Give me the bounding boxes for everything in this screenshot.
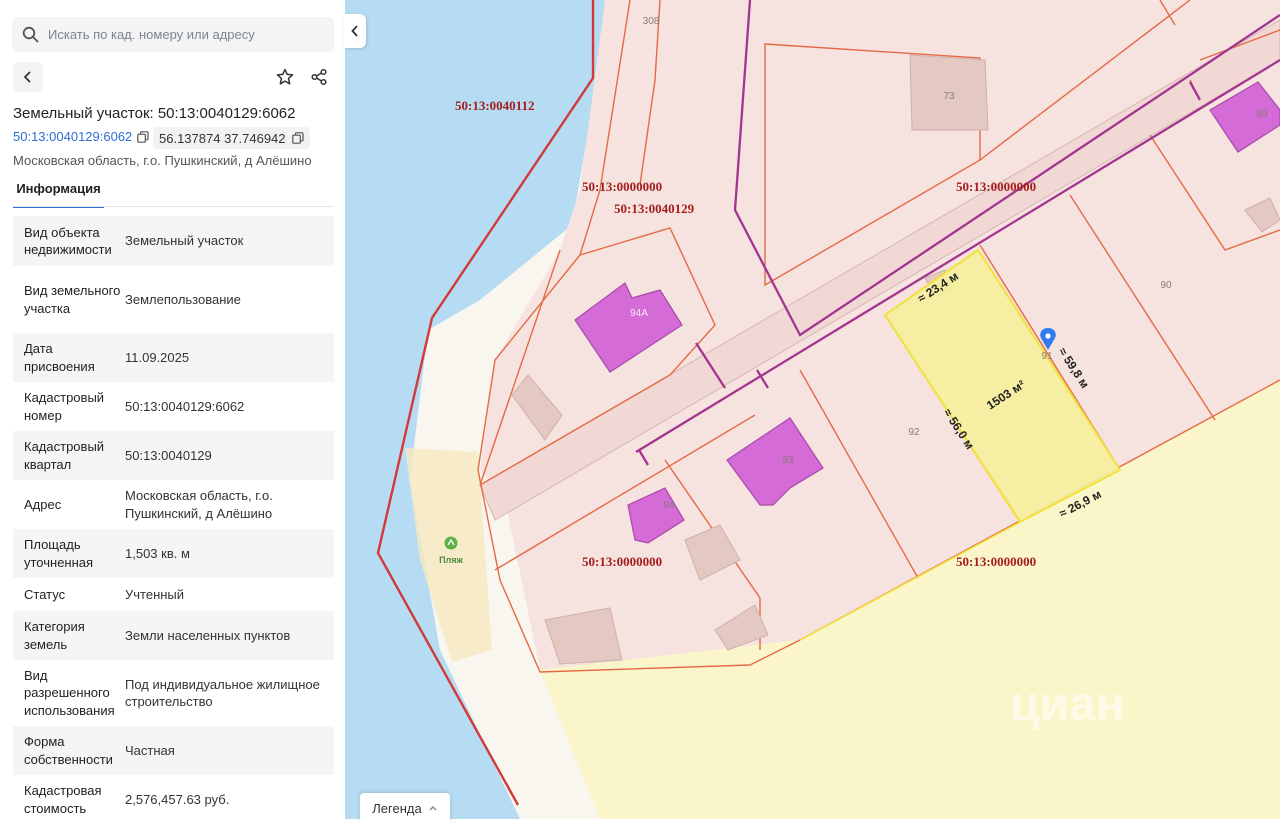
row-value: Частная [125, 742, 175, 758]
parcel-number: 91 [1041, 351, 1053, 362]
row-key: Кадастровая стоимость [24, 783, 102, 816]
table-row: Кадастровый номер 50:13:0040129:6062 [13, 382, 334, 431]
row-value: Под индивидуальное жилищное строительств… [125, 676, 320, 710]
favorite-button[interactable] [270, 62, 300, 92]
parcel-number: 94А [630, 308, 648, 319]
parcel-number: 90 [1160, 280, 1172, 291]
search-icon [22, 26, 39, 43]
row-value: Учтенный [125, 586, 185, 602]
parcel-number: 73 [943, 91, 955, 102]
row-key: Статус [24, 586, 66, 602]
coordinates-text: 56.137874 37.746942 [159, 130, 286, 146]
quarter-label: 50:13:0040112 [455, 98, 534, 113]
row-value: 1,503 кв. м [125, 545, 190, 561]
row-value: 50:13:0040129:6062 [125, 398, 245, 414]
row-key: Площадь уточненная [24, 537, 94, 570]
quarter-label: 50:13:0040129 [614, 201, 695, 216]
beach-label: Пляж [439, 555, 463, 565]
row-value: 50:13:0040129 [125, 447, 212, 463]
parcel-number: 92 [908, 427, 920, 438]
cad-number-link[interactable]: 50:13:0040129:6062 [13, 129, 149, 144]
row-value: Землепользование [125, 291, 241, 307]
table-row: Вид объекта недвижимости Земельный участо… [13, 216, 334, 266]
quarter-label: 50:13:0000000 [956, 179, 1036, 194]
row-key: Кадастровый квартал [24, 439, 105, 472]
chevron-up-icon [429, 806, 437, 811]
row-value: Московская область, г.о. Пушкинский, д А… [125, 488, 273, 521]
table-row: Вид земельного участка Землепользование [13, 266, 334, 333]
cadastral-map[interactable]: 50:13:0040112 50:13:0000000 50:13:004012… [345, 0, 1280, 819]
collapse-panel-button[interactable] [344, 14, 366, 48]
address-line: Московская область, г.о. Пушкинский, д А… [13, 153, 312, 168]
table-row: Дата присвоения 11.09.2025 [13, 333, 334, 382]
info-panel: Искать по кад. номеру или адресу Земельн… [0, 0, 345, 819]
quarter-label: 50:13:0000000 [956, 554, 1036, 569]
row-key: Вид земельного участка [24, 283, 121, 316]
row-value: Земельный участок [125, 233, 244, 249]
parcel-number: 308 [643, 16, 660, 27]
row-key: Категория земель [24, 619, 85, 652]
quarter-label: 50:13:0000000 [582, 179, 662, 194]
quarter-label: 50:13:0000000 [582, 554, 662, 569]
legend-label: Легенда [372, 800, 422, 816]
chevron-left-icon [23, 71, 31, 83]
search-input[interactable]: Искать по кад. номеру или адресу [12, 17, 334, 52]
coordinates-chip[interactable]: 56.137874 37.746942 [153, 127, 310, 149]
table-row: Площадь уточненная 1,503 кв. м [13, 529, 334, 578]
chevron-left-icon [351, 25, 358, 37]
row-value: Земли населенных пунктов [125, 627, 291, 643]
row-key: Адрес [24, 496, 62, 512]
table-row: Форма собственности Частная [13, 726, 334, 775]
row-key: Вид объекта недвижимости [24, 224, 112, 258]
row-value: 11.09.2025 [125, 349, 190, 365]
watermark: циан [1010, 678, 1125, 731]
row-key: Дата присвоения [24, 341, 95, 374]
table-row: Вид разрешенного использования Под индиви… [13, 660, 334, 726]
copy-icon[interactable] [137, 130, 149, 143]
share-button[interactable] [304, 62, 334, 92]
row-key: Кадастровый номер [24, 390, 105, 423]
table-row: Кадастровая стоимость 2,576,457.63 руб. [13, 775, 334, 819]
share-icon [311, 68, 327, 86]
copy-icon[interactable] [291, 132, 304, 144]
page-title: Земельный участок: 50:13:0040129:6062 [13, 105, 296, 122]
tab-divider [13, 206, 334, 207]
table-row: Статус Учтенный [13, 578, 334, 611]
table-row: Адрес Московская область, г.о. Пушкинский… [13, 480, 334, 529]
search-placeholder: Искать по кад. номеру или адресу [48, 27, 255, 42]
table-row: Кадастровый квартал 50:13:0040129 [13, 431, 334, 480]
info-table: Вид объекта недвижимости Земельный участо… [13, 216, 334, 819]
beach-icon[interactable] [444, 536, 458, 550]
row-key: Форма собственности [24, 734, 113, 767]
cad-number-text: 50:13:0040129:6062 [13, 129, 133, 144]
tab-information[interactable]: Информация [13, 181, 104, 208]
map-canvas[interactable]: 50:13:0040112 50:13:0000000 50:13:004012… [345, 0, 1280, 819]
table-row: Категория земель Земли населенных пунктов [13, 611, 334, 660]
parcel-number: 93 [782, 455, 794, 466]
row-value: 2,576,457.63 руб. [125, 791, 230, 807]
star-icon [276, 68, 294, 85]
back-button[interactable] [13, 62, 43, 92]
parcel-number: 89 [1256, 109, 1268, 120]
row-key: Вид разрешенного использования [24, 667, 115, 718]
parcel-number: 94 [663, 500, 675, 511]
